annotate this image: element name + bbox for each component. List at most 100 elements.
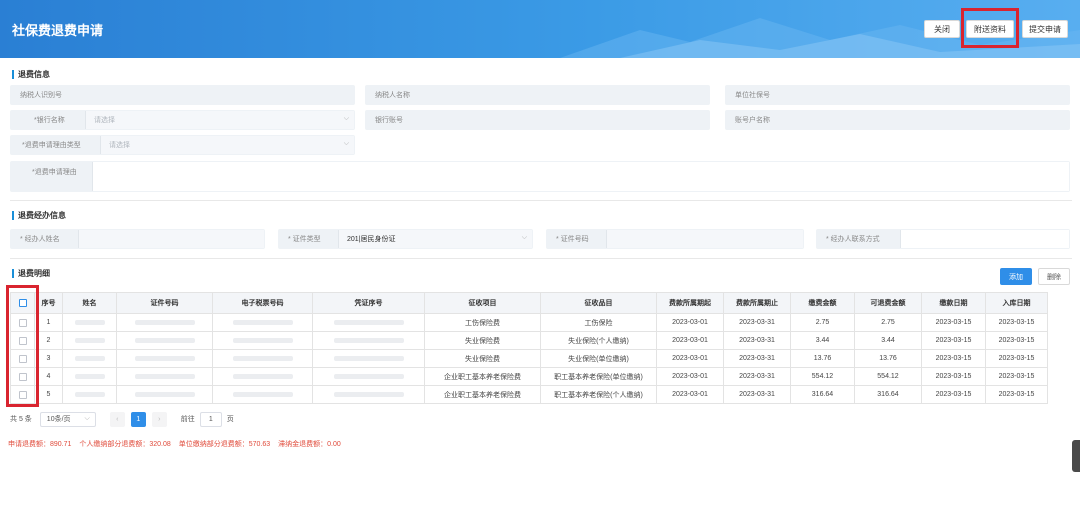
redacted-cell <box>212 331 313 350</box>
handler-contact-field[interactable]: * 经办人联系方式 <box>816 229 1070 249</box>
handler-name-label: * 经办人姓名 <box>20 236 60 243</box>
submit-application-button[interactable]: 提交申请 <box>1022 20 1068 38</box>
handler-name-input[interactable] <box>78 230 264 248</box>
handler-name-field[interactable]: * 经办人姓名 <box>10 229 265 249</box>
close-button[interactable]: 关闭 <box>924 20 960 38</box>
unit-ss-no-label: 单位社保号 <box>735 92 770 99</box>
levy-sub-item: 失业保险(个人缴纳) <box>540 331 657 350</box>
redacted-cell <box>312 313 425 332</box>
payment-date: 2023-03-15 <box>921 349 986 368</box>
refund-summary: 申请退费额：890.71 个人缴纳部分退费额：320.08 单位缴纳部分退费额：… <box>8 439 347 449</box>
id-type-select[interactable]: * 证件类型 201|居民身份证 ⌵ <box>278 229 533 249</box>
table-header-row: 序号 姓名 证件号码 电子税票号码 凭证序号 征收项目 征收品目 费款所属期起 … <box>10 292 1048 314</box>
table-row[interactable]: 2 失业保险费 失业保险(个人缴纳) 2023-03-01 2023-03-31… <box>10 331 1048 350</box>
period-start: 2023-03-01 <box>656 349 724 368</box>
next-page-button[interactable]: › <box>151 411 167 427</box>
goto-page-input[interactable]: 1 <box>199 411 222 427</box>
period-end: 2023-03-31 <box>723 313 791 332</box>
pagination: 共 5 条 10条/页 ⌵ ‹ 1 › 前往 1 页 <box>10 411 234 427</box>
taxpayer-id-field[interactable]: 纳税人识别号 <box>10 85 355 105</box>
column-header: 征收项目 <box>424 292 541 314</box>
period-start: 2023-03-01 <box>656 385 724 404</box>
page-size-select[interactable]: 10条/页 ⌵ <box>39 411 96 427</box>
period-start: 2023-03-01 <box>656 313 724 332</box>
payment-amount: 13.76 <box>790 349 855 368</box>
storage-date: 2023-03-15 <box>985 349 1048 368</box>
redacted-cell <box>62 367 117 386</box>
taxpayer-name-field[interactable]: 纳税人名称 <box>365 85 710 105</box>
table-row[interactable]: 4 企业职工基本养老保险费 职工基本养老保险(单位缴纳) 2023-03-01 … <box>10 367 1048 386</box>
redacted-cell <box>116 331 213 350</box>
levy-item: 失业保险费 <box>424 349 541 368</box>
refund-reason-textarea-field[interactable]: *退费申请理由 <box>10 161 1070 192</box>
account-holder-field[interactable]: 账号户名称 <box>725 110 1070 130</box>
taxpayer-name-label: 纳税人名称 <box>375 92 410 99</box>
table-row[interactable]: 3 失业保险费 失业保险(单位缴纳) 2023-03-01 2023-03-31… <box>10 349 1048 368</box>
storage-date: 2023-03-15 <box>985 331 1048 350</box>
checkbox-column-highlight-box <box>6 285 39 407</box>
levy-sub-item: 职工基本养老保险(单位缴纳) <box>540 367 657 386</box>
period-end: 2023-03-31 <box>723 385 791 404</box>
period-start: 2023-03-01 <box>656 331 724 350</box>
refund-detail-table: 序号 姓名 证件号码 电子税票号码 凭证序号 征收项目 征收品目 费款所属期起 … <box>10 292 1048 404</box>
period-end: 2023-03-31 <box>723 367 791 386</box>
section-divider <box>10 258 1072 259</box>
late-fee-refund-amount: 滞纳金退费额：0.00 <box>278 441 341 448</box>
id-type-input[interactable]: 201|居民身份证 <box>338 230 532 248</box>
chevron-down-icon: ⌵ <box>343 140 349 147</box>
levy-item: 企业职工基本养老保险费 <box>424 385 541 404</box>
id-number-field[interactable]: * 证件号码 <box>546 229 804 249</box>
attach-button-highlight-box <box>961 8 1019 48</box>
bank-name-input[interactable]: 请选择 <box>85 111 354 129</box>
page-header: 社保费退费申请 <box>0 0 1080 58</box>
bank-name-placeholder: 请选择 <box>94 117 115 124</box>
delete-row-button[interactable]: 删除 <box>1038 268 1070 285</box>
chevron-down-icon: ⌵ <box>84 414 90 422</box>
levy-sub-item: 工伤保险 <box>540 313 657 332</box>
chevron-down-icon: ⌵ <box>521 234 527 241</box>
redacted-cell <box>312 331 425 350</box>
column-header: 征收品目 <box>540 292 657 314</box>
reason-type-input[interactable]: 请选择 <box>100 136 354 154</box>
period-end: 2023-03-31 <box>723 349 791 368</box>
redacted-cell <box>116 367 213 386</box>
page-title: 社保费退费申请 <box>12 23 104 38</box>
payment-date: 2023-03-15 <box>921 385 986 404</box>
id-number-input[interactable] <box>606 230 803 248</box>
id-type-value: 201|居民身份证 <box>347 236 396 243</box>
bank-account-label: 银行账号 <box>375 117 403 124</box>
redacted-cell <box>312 385 425 404</box>
redacted-cell <box>212 313 313 332</box>
column-header: 费款所属期起 <box>656 292 724 314</box>
levy-item: 失业保险费 <box>424 331 541 350</box>
levy-sub-item: 失业保险(单位缴纳) <box>540 349 657 368</box>
handler-contact-input[interactable] <box>900 230 1069 248</box>
side-floating-tab[interactable] <box>1072 440 1080 472</box>
period-end: 2023-03-31 <box>723 331 791 350</box>
id-type-label: * 证件类型 <box>288 236 321 243</box>
redacted-cell <box>212 385 313 404</box>
column-header: 费款所属期止 <box>723 292 791 314</box>
redacted-cell <box>212 367 313 386</box>
page-size-value: 10条/页 <box>46 416 71 423</box>
bank-account-field[interactable]: 银行账号 <box>365 110 710 130</box>
unit-ss-no-field[interactable]: 单位社保号 <box>725 85 1070 105</box>
levy-item: 工伤保险费 <box>424 313 541 332</box>
refundable-amount: 316.64 <box>854 385 922 404</box>
payment-date: 2023-03-15 <box>921 313 986 332</box>
column-header: 姓名 <box>62 292 117 314</box>
add-row-button[interactable]: 添加 <box>1000 268 1032 285</box>
reason-type-placeholder: 请选择 <box>109 142 130 149</box>
table-row[interactable]: 1 工伤保险费 工伤保险 2023-03-01 2023-03-31 2.75 … <box>10 313 1048 332</box>
column-header: 缴费金额 <box>790 292 855 314</box>
table-row[interactable]: 5 企业职工基本养老保险费 职工基本养老保险(个人缴纳) 2023-03-01 … <box>10 385 1048 404</box>
redacted-cell <box>116 349 213 368</box>
refund-info-section-title: 退费信息 <box>12 70 50 79</box>
refund-reason-textarea[interactable] <box>92 162 1069 191</box>
current-page-button[interactable]: 1 <box>130 411 146 427</box>
prev-page-button[interactable]: ‹ <box>109 411 125 427</box>
column-header: 缴款日期 <box>921 292 986 314</box>
levy-item: 企业职工基本养老保险费 <box>424 367 541 386</box>
bank-name-select[interactable]: *银行名称 请选择 ⌵ <box>10 110 355 130</box>
reason-type-select[interactable]: *退费申请理由类型 请选择 ⌵ <box>10 135 355 155</box>
